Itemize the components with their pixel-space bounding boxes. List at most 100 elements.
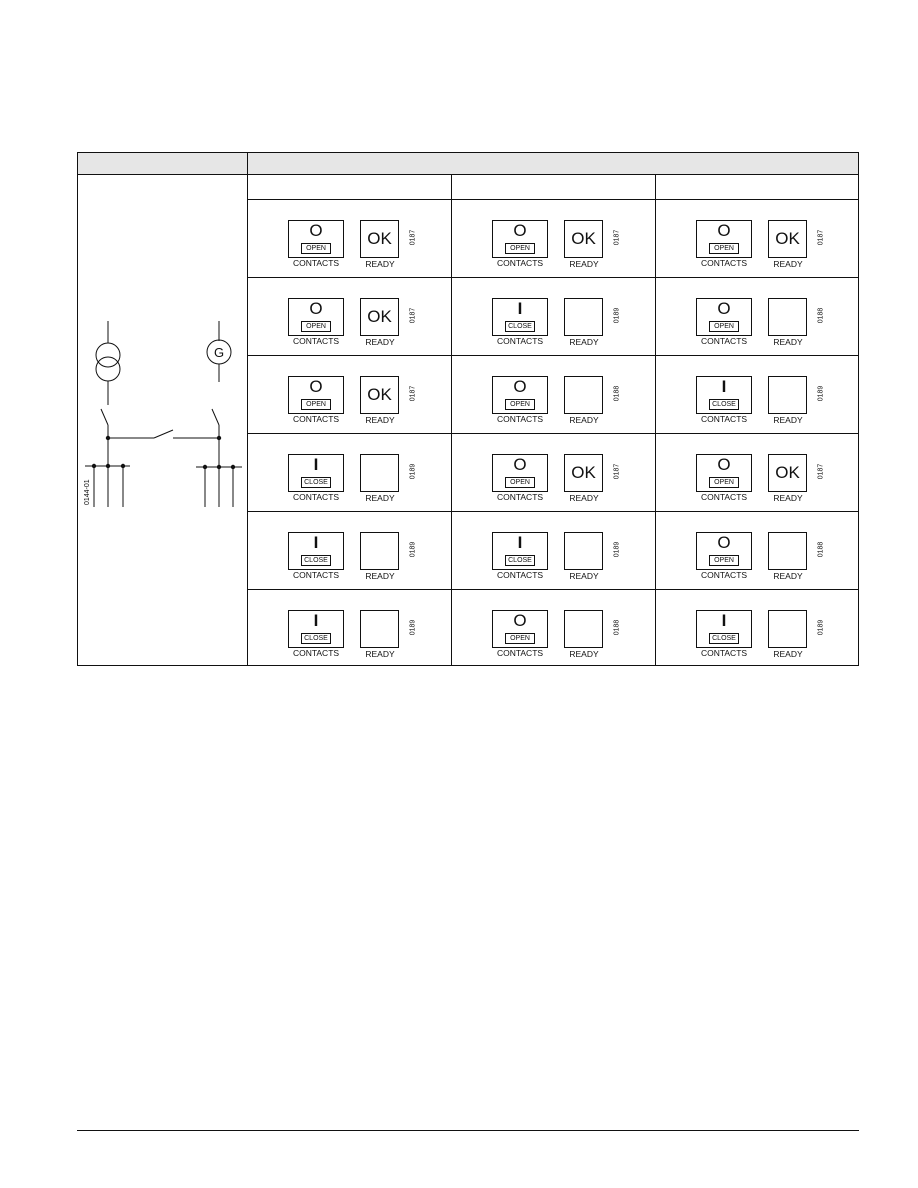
ready-indicator — [360, 532, 399, 570]
contacts-caption: CONTACTS — [700, 336, 748, 346]
ready-indicator — [564, 376, 603, 414]
indicator-panel: O OPEN CONTACTS READY 0188 — [492, 610, 652, 662]
figure-code: 0187 — [613, 229, 621, 246]
contacts-symbol: O — [717, 299, 731, 318]
contacts-indicator: O OPEN — [288, 220, 344, 258]
contacts-state-label: OPEN — [505, 243, 535, 254]
contacts-indicator: O OPEN — [696, 220, 752, 258]
contacts-symbol: O — [309, 299, 323, 318]
ready-caption: READY — [773, 493, 803, 503]
contacts-state-label: OPEN — [301, 399, 331, 410]
contacts-symbol: I — [313, 455, 319, 474]
ready-caption: READY — [365, 337, 395, 347]
ready-caption: READY — [569, 571, 599, 581]
status-table: G 0144-01 O OPEN CONTACTS OK READY 0187 O OPEN C… — [77, 152, 859, 666]
transformer-winding-top-icon — [95, 342, 121, 368]
ready-indicator — [564, 610, 603, 648]
ready-indicator — [768, 610, 807, 648]
ready-indicator: OK — [360, 376, 399, 414]
ready-indicator — [768, 376, 807, 414]
indicator-panel: O OPEN CONTACTS READY 0188 — [696, 532, 856, 584]
contacts-caption: CONTACTS — [700, 492, 748, 502]
ready-caption: READY — [365, 415, 395, 425]
ready-indicator: OK — [564, 220, 603, 258]
contacts-symbol: O — [513, 377, 527, 396]
indicator-cell: I CLOSE CONTACTS READY 0189 — [656, 590, 858, 668]
ready-indicator — [768, 298, 807, 336]
contacts-caption: CONTACTS — [496, 414, 544, 424]
indicator-cell: I CLOSE CONTACTS READY 0189 — [248, 512, 452, 590]
contacts-symbol: I — [517, 533, 523, 552]
contacts-indicator: I CLOSE — [696, 610, 752, 648]
ready-caption: READY — [569, 337, 599, 347]
indicator-cell: O OPEN CONTACTS READY 0188 — [656, 278, 858, 356]
indicator-cell: O OPEN CONTACTS OK READY 0187 — [248, 278, 452, 356]
indicator-cell: O OPEN CONTACTS OK READY 0187 — [656, 434, 858, 512]
figure-code: 0189 — [613, 307, 621, 324]
contacts-symbol: I — [313, 533, 319, 552]
contacts-state-label: CLOSE — [301, 555, 331, 566]
ready-caption: READY — [773, 337, 803, 347]
figure-code: 0188 — [817, 541, 825, 558]
indicator-cell: I CLOSE CONTACTS READY 0189 — [656, 356, 858, 434]
contacts-symbol: O — [309, 221, 323, 240]
ready-caption: READY — [569, 259, 599, 269]
contacts-indicator: I CLOSE — [492, 532, 548, 570]
ready-indicator — [360, 454, 399, 492]
contacts-indicator: I CLOSE — [288, 610, 344, 648]
transformer-winding-bottom-icon — [95, 356, 121, 382]
subheader-col-3 — [656, 175, 858, 200]
contacts-state-label: CLOSE — [709, 633, 739, 644]
indicator-panel: I CLOSE CONTACTS READY 0189 — [492, 532, 652, 584]
tie-breaker-icon — [153, 429, 174, 439]
generator-breaker-icon — [211, 408, 220, 426]
figure-code: 0189 — [817, 385, 825, 402]
ready-caption: READY — [365, 571, 395, 581]
contacts-indicator: O OPEN — [492, 610, 548, 648]
contacts-indicator: O OPEN — [696, 298, 752, 336]
contacts-caption: CONTACTS — [700, 258, 748, 268]
figure-code: 0187 — [409, 307, 417, 324]
contacts-symbol: O — [513, 455, 527, 474]
ready-indicator: OK — [564, 454, 603, 492]
indicator-panel: O OPEN CONTACTS OK READY 0187 — [696, 454, 856, 506]
contacts-state-label: OPEN — [505, 633, 535, 644]
contacts-indicator: O OPEN — [696, 532, 752, 570]
indicator-cell: I CLOSE CONTACTS READY 0189 — [452, 278, 656, 356]
indicator-cell: O OPEN CONTACTS READY 0188 — [452, 590, 656, 668]
footer-rule — [77, 1130, 859, 1131]
contacts-state-label: OPEN — [709, 477, 739, 488]
contacts-caption: CONTACTS — [496, 258, 544, 268]
diagram-ref-code: 0144-01 — [84, 479, 91, 505]
contacts-symbol: I — [721, 377, 727, 396]
contacts-symbol: I — [721, 611, 727, 630]
contacts-symbol: I — [517, 299, 523, 318]
ready-indicator — [564, 532, 603, 570]
contacts-caption: CONTACTS — [496, 570, 544, 580]
contacts-caption: CONTACTS — [700, 648, 748, 658]
figure-code: 0189 — [409, 541, 417, 558]
contacts-caption: CONTACTS — [292, 258, 340, 268]
subheader-col-1 — [248, 175, 452, 200]
indicator-panel: O OPEN CONTACTS OK READY 0187 — [288, 376, 448, 428]
ready-caption: READY — [773, 649, 803, 659]
contacts-indicator: O OPEN — [492, 376, 548, 414]
ready-indicator — [360, 610, 399, 648]
figure-code: 0189 — [613, 541, 621, 558]
contacts-symbol: O — [513, 611, 527, 630]
header-cell-indications — [248, 153, 858, 175]
ready-caption: READY — [365, 259, 395, 269]
contacts-caption: CONTACTS — [292, 570, 340, 580]
ready-indicator: OK — [360, 298, 399, 336]
figure-code: 0187 — [409, 229, 417, 246]
contacts-indicator: O OPEN — [288, 376, 344, 414]
figure-code: 0189 — [817, 619, 825, 636]
indicator-cell: O OPEN CONTACTS OK READY 0187 — [656, 200, 858, 278]
indicator-cell: O OPEN CONTACTS OK READY 0187 — [248, 356, 452, 434]
contacts-indicator: I CLOSE — [696, 376, 752, 414]
indicator-cell: O OPEN CONTACTS OK READY 0187 — [248, 200, 452, 278]
indicator-cell: I CLOSE CONTACTS READY 0189 — [248, 434, 452, 512]
transformer-breaker-icon — [100, 408, 109, 426]
indicator-panel: O OPEN CONTACTS OK READY 0187 — [492, 454, 652, 506]
ready-indicator: OK — [768, 454, 807, 492]
